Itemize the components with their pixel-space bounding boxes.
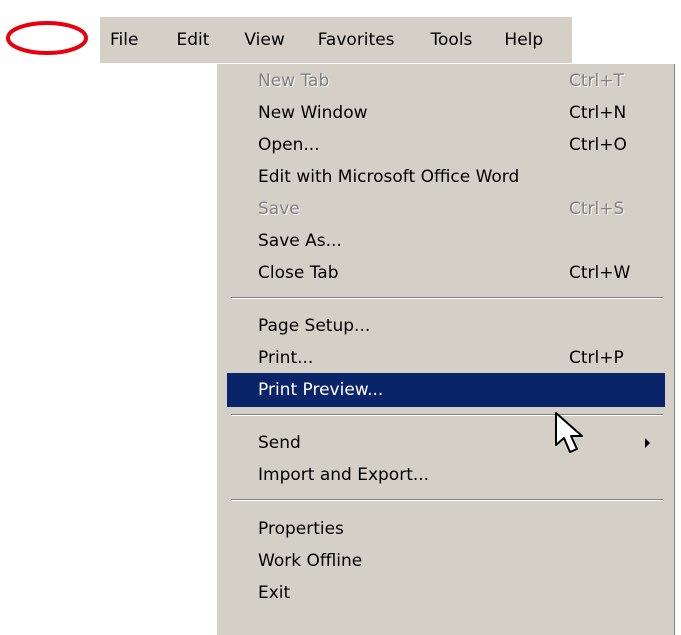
menu-help[interactable]: Help <box>504 30 543 50</box>
menu-item-label: Save As... <box>258 231 342 251</box>
submenu-arrow-icon <box>645 438 650 448</box>
mouse-pointer-icon <box>555 412 583 453</box>
menu-item-new-tab: New Tab Ctrl+T <box>227 64 665 98</box>
menu-favorites[interactable]: Favorites <box>318 30 395 50</box>
menu-item-edit-with-word[interactable]: Edit with Microsoft Office Word <box>227 160 665 194</box>
menu-item-label: Work Offline <box>258 551 363 571</box>
menu-item-label: Send <box>258 433 301 453</box>
menu-file[interactable]: File <box>110 30 138 50</box>
menu-separator <box>231 414 663 416</box>
menu-item-exit[interactable]: Exit <box>227 576 665 610</box>
menu-item-shortcut: Ctrl+W <box>569 263 631 283</box>
menu-item-import-export[interactable]: Import and Export... <box>227 458 665 492</box>
menu-view[interactable]: View <box>244 30 284 50</box>
annotation-ellipse <box>6 21 88 55</box>
menu-item-label: Open... <box>258 135 320 155</box>
menu-item-print[interactable]: Print... Ctrl+P <box>227 341 665 375</box>
menu-item-send[interactable]: Send <box>227 426 665 460</box>
menu-item-label: New Tab <box>258 71 330 91</box>
menu-item-label: Properties <box>258 519 344 539</box>
menu-item-shortcut: Ctrl+O <box>569 135 627 155</box>
menu-bar: File Edit View Favorites Tools Help <box>100 17 572 63</box>
file-menu-dropdown: New Tab Ctrl+T New Window Ctrl+N Open...… <box>216 63 675 635</box>
menu-item-shortcut: Ctrl+S <box>569 199 625 219</box>
menu-item-print-preview[interactable]: Print Preview... <box>227 373 665 407</box>
menu-edit[interactable]: Edit <box>176 30 209 50</box>
menu-item-page-setup[interactable]: Page Setup... <box>227 309 665 343</box>
menu-item-open[interactable]: Open... Ctrl+O <box>227 128 665 162</box>
menu-item-label: Save <box>258 199 300 219</box>
menu-separator <box>231 499 663 501</box>
menu-item-save: Save Ctrl+S <box>227 192 665 226</box>
menu-item-label: New Window <box>258 103 368 123</box>
menu-item-save-as[interactable]: Save As... <box>227 224 665 258</box>
menu-item-label: Edit with Microsoft Office Word <box>258 167 520 187</box>
menu-item-label: Close Tab <box>258 263 339 283</box>
menu-item-label: Exit <box>258 583 291 603</box>
menu-item-label: Page Setup... <box>258 316 371 336</box>
screenshot-stage: File Edit View Favorites Tools Help New … <box>0 0 681 635</box>
menu-item-label: Import and Export... <box>258 465 430 485</box>
menu-item-shortcut: Ctrl+N <box>569 103 627 123</box>
menu-item-shortcut: Ctrl+P <box>569 348 624 368</box>
menu-item-label: Print Preview... <box>258 380 384 400</box>
menu-item-close-tab[interactable]: Close Tab Ctrl+W <box>227 256 665 290</box>
menu-separator <box>231 297 663 299</box>
menu-item-new-window[interactable]: New Window Ctrl+N <box>227 96 665 130</box>
menu-item-properties[interactable]: Properties <box>227 512 665 546</box>
menu-item-shortcut: Ctrl+T <box>569 71 624 91</box>
menu-item-work-offline[interactable]: Work Offline <box>227 544 665 578</box>
menu-item-label: Print... <box>258 348 314 368</box>
menu-tools[interactable]: Tools <box>431 30 473 50</box>
